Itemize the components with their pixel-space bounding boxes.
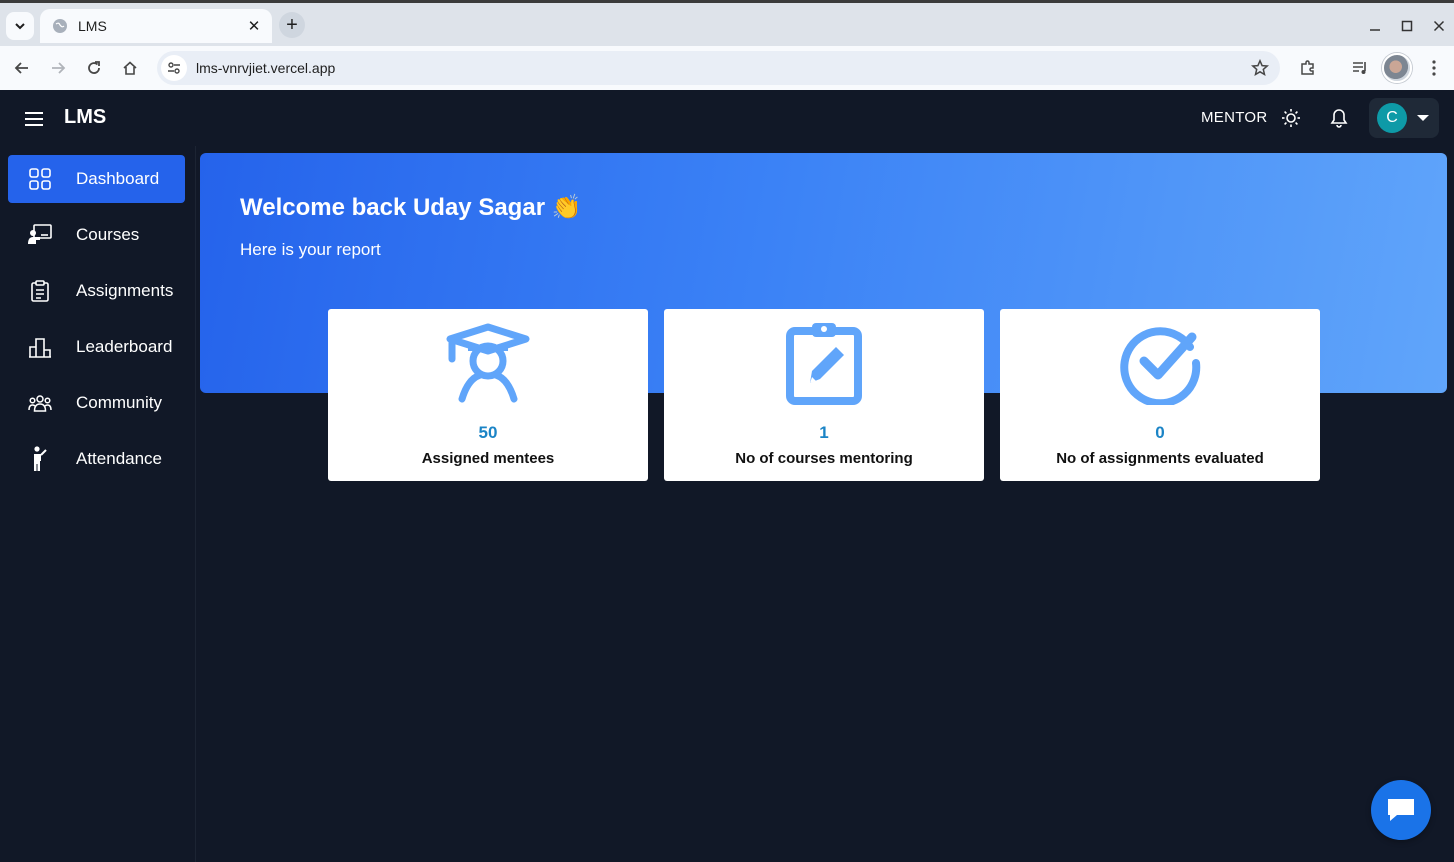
sidebar-item-label: Courses: [76, 225, 140, 244]
site-settings-icon[interactable]: [161, 55, 187, 81]
home-icon[interactable]: [116, 54, 144, 82]
notification-bell-icon[interactable]: [1325, 104, 1353, 132]
sidebar-item-label: Assignments: [76, 281, 174, 300]
window-close-icon[interactable]: [1428, 15, 1450, 37]
forward-arrow-icon[interactable]: [44, 54, 72, 82]
media-control-icon[interactable]: [1346, 54, 1374, 82]
sidebar-item-label: Dashboard: [76, 169, 160, 188]
clipboard-edit-icon: [664, 321, 984, 405]
stat-card-courses: 1 No of courses mentoring: [664, 309, 984, 481]
sidebar-item-leaderboard[interactable]: Leaderboard: [8, 323, 185, 371]
stat-label: Assigned mentees: [421, 450, 555, 467]
stat-value: 0: [1155, 423, 1165, 442]
reload-icon[interactable]: [80, 54, 108, 82]
maximize-icon[interactable]: [1396, 15, 1418, 37]
dashboard-grid-icon: [28, 167, 52, 191]
stat-value: 1: [819, 423, 829, 442]
tab-search-button[interactable]: [6, 12, 34, 40]
lms-app: LMS MENTOR C Dashboard Courses Assignmen…: [0, 90, 1454, 862]
back-arrow-icon[interactable]: [8, 54, 36, 82]
browser-menu-icon[interactable]: [1420, 54, 1448, 82]
sidebar-item-attendance[interactable]: Attendance: [8, 435, 185, 483]
address-bar[interactable]: lms-vnrvjiet.vercel.app: [157, 51, 1280, 85]
url-text[interactable]: lms-vnrvjiet.vercel.app: [196, 60, 1246, 76]
user-role-label: MENTOR: [1201, 109, 1268, 126]
sidebar-item-dashboard[interactable]: Dashboard: [8, 155, 185, 203]
sidebar-item-label: Attendance: [76, 449, 163, 468]
presentation-icon: [28, 223, 52, 247]
caret-down-icon: [1417, 115, 1429, 121]
stat-card-mentees: 50 Assigned mentees: [328, 309, 648, 481]
stat-value: 50: [478, 423, 498, 442]
menu-toggle-icon[interactable]: [22, 107, 46, 131]
report-subtitle: Here is your report: [240, 240, 381, 259]
sidebar-item-courses[interactable]: Courses: [8, 211, 185, 259]
sidebar: Dashboard Courses Assignments Leaderboar…: [0, 146, 196, 862]
sidebar-item-assignments[interactable]: Assignments: [8, 267, 185, 315]
theme-toggle-sun-icon[interactable]: [1277, 104, 1305, 132]
extensions-puzzle-icon[interactable]: [1294, 54, 1322, 82]
globe-icon: [53, 19, 67, 33]
sidebar-item-label: Leaderboard: [76, 337, 173, 356]
close-icon[interactable]: ✕: [246, 18, 262, 35]
tab-title: LMS: [78, 18, 107, 34]
clipboard-list-icon: [28, 279, 52, 303]
app-brand: LMS: [64, 106, 107, 128]
people-group-icon: [28, 391, 52, 415]
user-menu-button[interactable]: C: [1369, 98, 1439, 138]
chat-support-button[interactable]: [1371, 780, 1431, 840]
person-standing-icon: [28, 446, 52, 471]
check-circle-icon: [1000, 321, 1320, 405]
minimize-icon[interactable]: [1364, 15, 1386, 37]
browser-toolbar: lms-vnrvjiet.vercel.app: [0, 46, 1454, 90]
chevron-down-icon: [15, 23, 25, 30]
browser-tab[interactable]: LMS ✕: [40, 9, 272, 43]
stat-label: No of courses mentoring: [735, 450, 913, 467]
podium-icon: [28, 335, 52, 359]
sidebar-item-community[interactable]: Community: [8, 379, 185, 427]
new-tab-button[interactable]: +: [279, 12, 305, 38]
student-graduate-icon: [328, 321, 648, 405]
welcome-heading: Welcome back Uday Sagar 👏: [240, 194, 582, 221]
sidebar-item-label: Community: [76, 393, 162, 412]
browser-tab-strip: LMS ✕ +: [0, 0, 1454, 46]
bookmark-star-icon[interactable]: [1246, 54, 1274, 82]
stat-label: No of assignments evaluated: [1056, 450, 1264, 467]
app-header: LMS MENTOR C: [0, 90, 1454, 146]
browser-profile-avatar[interactable]: [1382, 53, 1412, 83]
stat-card-assignments: 0 No of assignments evaluated: [1000, 309, 1320, 481]
avatar: C: [1377, 103, 1407, 133]
chat-bubble-icon: [1388, 799, 1414, 821]
